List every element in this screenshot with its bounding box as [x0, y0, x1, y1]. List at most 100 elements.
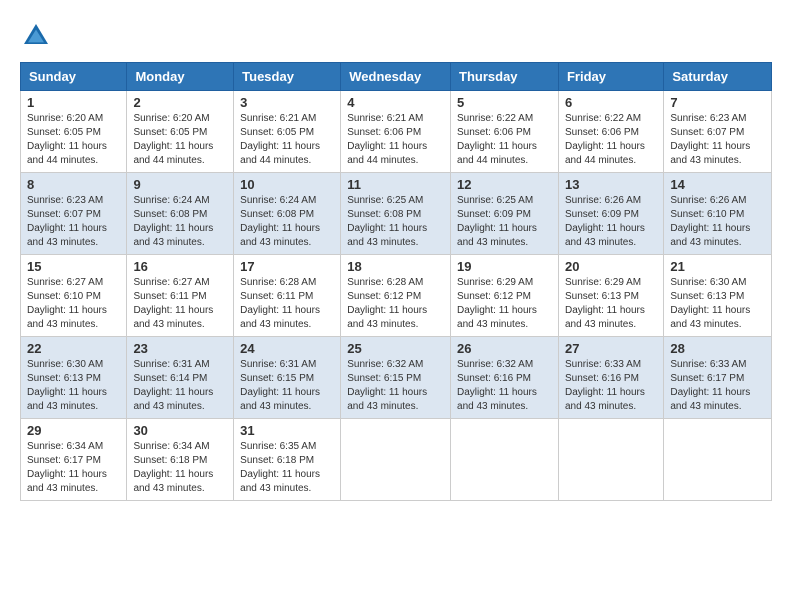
- cell-content: Sunrise: 6:20 AM Sunset: 6:05 PM Dayligh…: [27, 113, 107, 166]
- cell-content: Sunrise: 6:29 AM Sunset: 6:12 PM Dayligh…: [457, 277, 537, 330]
- day-number: 9: [133, 177, 227, 192]
- cell-content: Sunrise: 6:23 AM Sunset: 6:07 PM Dayligh…: [27, 195, 107, 248]
- day-header-thursday: Thursday: [451, 63, 559, 91]
- calendar-table: SundayMondayTuesdayWednesdayThursdayFrid…: [20, 62, 772, 501]
- day-number: 6: [565, 95, 657, 110]
- cell-content: Sunrise: 6:34 AM Sunset: 6:17 PM Dayligh…: [27, 441, 107, 494]
- calendar-cell: 26 Sunrise: 6:32 AM Sunset: 6:16 PM Dayl…: [451, 337, 559, 419]
- cell-content: Sunrise: 6:20 AM Sunset: 6:05 PM Dayligh…: [133, 113, 213, 166]
- calendar-cell: 3 Sunrise: 6:21 AM Sunset: 6:05 PM Dayli…: [234, 91, 341, 173]
- calendar-cell: 19 Sunrise: 6:29 AM Sunset: 6:12 PM Dayl…: [451, 255, 559, 337]
- calendar-week-row: 1 Sunrise: 6:20 AM Sunset: 6:05 PM Dayli…: [21, 91, 772, 173]
- cell-content: Sunrise: 6:33 AM Sunset: 6:17 PM Dayligh…: [670, 359, 750, 412]
- cell-content: Sunrise: 6:32 AM Sunset: 6:15 PM Dayligh…: [347, 359, 427, 412]
- cell-content: Sunrise: 6:26 AM Sunset: 6:10 PM Dayligh…: [670, 195, 750, 248]
- calendar-cell: [341, 419, 451, 501]
- calendar-cell: 5 Sunrise: 6:22 AM Sunset: 6:06 PM Dayli…: [451, 91, 559, 173]
- day-number: 13: [565, 177, 657, 192]
- calendar-cell: 15 Sunrise: 6:27 AM Sunset: 6:10 PM Dayl…: [21, 255, 127, 337]
- cell-content: Sunrise: 6:22 AM Sunset: 6:06 PM Dayligh…: [565, 113, 645, 166]
- cell-content: Sunrise: 6:28 AM Sunset: 6:11 PM Dayligh…: [240, 277, 320, 330]
- cell-content: Sunrise: 6:34 AM Sunset: 6:18 PM Dayligh…: [133, 441, 213, 494]
- calendar-cell: [558, 419, 663, 501]
- day-header-monday: Monday: [127, 63, 234, 91]
- day-number: 27: [565, 341, 657, 356]
- day-number: 7: [670, 95, 765, 110]
- day-number: 11: [347, 177, 444, 192]
- day-number: 16: [133, 259, 227, 274]
- day-number: 14: [670, 177, 765, 192]
- cell-content: Sunrise: 6:35 AM Sunset: 6:18 PM Dayligh…: [240, 441, 320, 494]
- day-number: 12: [457, 177, 552, 192]
- cell-content: Sunrise: 6:30 AM Sunset: 6:13 PM Dayligh…: [27, 359, 107, 412]
- calendar-cell: 6 Sunrise: 6:22 AM Sunset: 6:06 PM Dayli…: [558, 91, 663, 173]
- calendar-cell: 29 Sunrise: 6:34 AM Sunset: 6:17 PM Dayl…: [21, 419, 127, 501]
- calendar-cell: 7 Sunrise: 6:23 AM Sunset: 6:07 PM Dayli…: [664, 91, 772, 173]
- day-header-sunday: Sunday: [21, 63, 127, 91]
- calendar-cell: 11 Sunrise: 6:25 AM Sunset: 6:08 PM Dayl…: [341, 173, 451, 255]
- calendar-week-row: 15 Sunrise: 6:27 AM Sunset: 6:10 PM Dayl…: [21, 255, 772, 337]
- day-number: 18: [347, 259, 444, 274]
- day-number: 1: [27, 95, 120, 110]
- page-header: [20, 20, 772, 52]
- cell-content: Sunrise: 6:33 AM Sunset: 6:16 PM Dayligh…: [565, 359, 645, 412]
- logo: [20, 20, 56, 52]
- calendar-cell: 25 Sunrise: 6:32 AM Sunset: 6:15 PM Dayl…: [341, 337, 451, 419]
- calendar-cell: 4 Sunrise: 6:21 AM Sunset: 6:06 PM Dayli…: [341, 91, 451, 173]
- day-number: 15: [27, 259, 120, 274]
- calendar-cell: 1 Sunrise: 6:20 AM Sunset: 6:05 PM Dayli…: [21, 91, 127, 173]
- day-number: 5: [457, 95, 552, 110]
- calendar-cell: 12 Sunrise: 6:25 AM Sunset: 6:09 PM Dayl…: [451, 173, 559, 255]
- cell-content: Sunrise: 6:28 AM Sunset: 6:12 PM Dayligh…: [347, 277, 427, 330]
- day-number: 3: [240, 95, 334, 110]
- cell-content: Sunrise: 6:32 AM Sunset: 6:16 PM Dayligh…: [457, 359, 537, 412]
- day-number: 2: [133, 95, 227, 110]
- day-header-friday: Friday: [558, 63, 663, 91]
- logo-icon: [20, 20, 52, 52]
- calendar-week-row: 29 Sunrise: 6:34 AM Sunset: 6:17 PM Dayl…: [21, 419, 772, 501]
- calendar-cell: 17 Sunrise: 6:28 AM Sunset: 6:11 PM Dayl…: [234, 255, 341, 337]
- day-header-saturday: Saturday: [664, 63, 772, 91]
- day-number: 10: [240, 177, 334, 192]
- cell-content: Sunrise: 6:25 AM Sunset: 6:09 PM Dayligh…: [457, 195, 537, 248]
- calendar-cell: 21 Sunrise: 6:30 AM Sunset: 6:13 PM Dayl…: [664, 255, 772, 337]
- day-header-tuesday: Tuesday: [234, 63, 341, 91]
- calendar-cell: 24 Sunrise: 6:31 AM Sunset: 6:15 PM Dayl…: [234, 337, 341, 419]
- cell-content: Sunrise: 6:22 AM Sunset: 6:06 PM Dayligh…: [457, 113, 537, 166]
- calendar-cell: 30 Sunrise: 6:34 AM Sunset: 6:18 PM Dayl…: [127, 419, 234, 501]
- calendar-week-row: 22 Sunrise: 6:30 AM Sunset: 6:13 PM Dayl…: [21, 337, 772, 419]
- calendar-cell: 10 Sunrise: 6:24 AM Sunset: 6:08 PM Dayl…: [234, 173, 341, 255]
- calendar-cell: 16 Sunrise: 6:27 AM Sunset: 6:11 PM Dayl…: [127, 255, 234, 337]
- calendar-week-row: 8 Sunrise: 6:23 AM Sunset: 6:07 PM Dayli…: [21, 173, 772, 255]
- day-number: 19: [457, 259, 552, 274]
- day-number: 20: [565, 259, 657, 274]
- cell-content: Sunrise: 6:24 AM Sunset: 6:08 PM Dayligh…: [240, 195, 320, 248]
- calendar-cell: 31 Sunrise: 6:35 AM Sunset: 6:18 PM Dayl…: [234, 419, 341, 501]
- cell-content: Sunrise: 6:27 AM Sunset: 6:10 PM Dayligh…: [27, 277, 107, 330]
- cell-content: Sunrise: 6:26 AM Sunset: 6:09 PM Dayligh…: [565, 195, 645, 248]
- day-number: 25: [347, 341, 444, 356]
- cell-content: Sunrise: 6:21 AM Sunset: 6:06 PM Dayligh…: [347, 113, 427, 166]
- day-number: 30: [133, 423, 227, 438]
- day-number: 26: [457, 341, 552, 356]
- calendar-cell: 27 Sunrise: 6:33 AM Sunset: 6:16 PM Dayl…: [558, 337, 663, 419]
- calendar-header-row: SundayMondayTuesdayWednesdayThursdayFrid…: [21, 63, 772, 91]
- calendar-cell: 23 Sunrise: 6:31 AM Sunset: 6:14 PM Dayl…: [127, 337, 234, 419]
- day-number: 23: [133, 341, 227, 356]
- day-number: 24: [240, 341, 334, 356]
- cell-content: Sunrise: 6:31 AM Sunset: 6:15 PM Dayligh…: [240, 359, 320, 412]
- day-number: 22: [27, 341, 120, 356]
- calendar-cell: 9 Sunrise: 6:24 AM Sunset: 6:08 PM Dayli…: [127, 173, 234, 255]
- cell-content: Sunrise: 6:21 AM Sunset: 6:05 PM Dayligh…: [240, 113, 320, 166]
- day-number: 28: [670, 341, 765, 356]
- calendar-cell: 20 Sunrise: 6:29 AM Sunset: 6:13 PM Dayl…: [558, 255, 663, 337]
- calendar-cell: [664, 419, 772, 501]
- day-number: 31: [240, 423, 334, 438]
- calendar-cell: 14 Sunrise: 6:26 AM Sunset: 6:10 PM Dayl…: [664, 173, 772, 255]
- day-number: 17: [240, 259, 334, 274]
- cell-content: Sunrise: 6:30 AM Sunset: 6:13 PM Dayligh…: [670, 277, 750, 330]
- day-number: 29: [27, 423, 120, 438]
- calendar-cell: [451, 419, 559, 501]
- calendar-cell: 8 Sunrise: 6:23 AM Sunset: 6:07 PM Dayli…: [21, 173, 127, 255]
- cell-content: Sunrise: 6:29 AM Sunset: 6:13 PM Dayligh…: [565, 277, 645, 330]
